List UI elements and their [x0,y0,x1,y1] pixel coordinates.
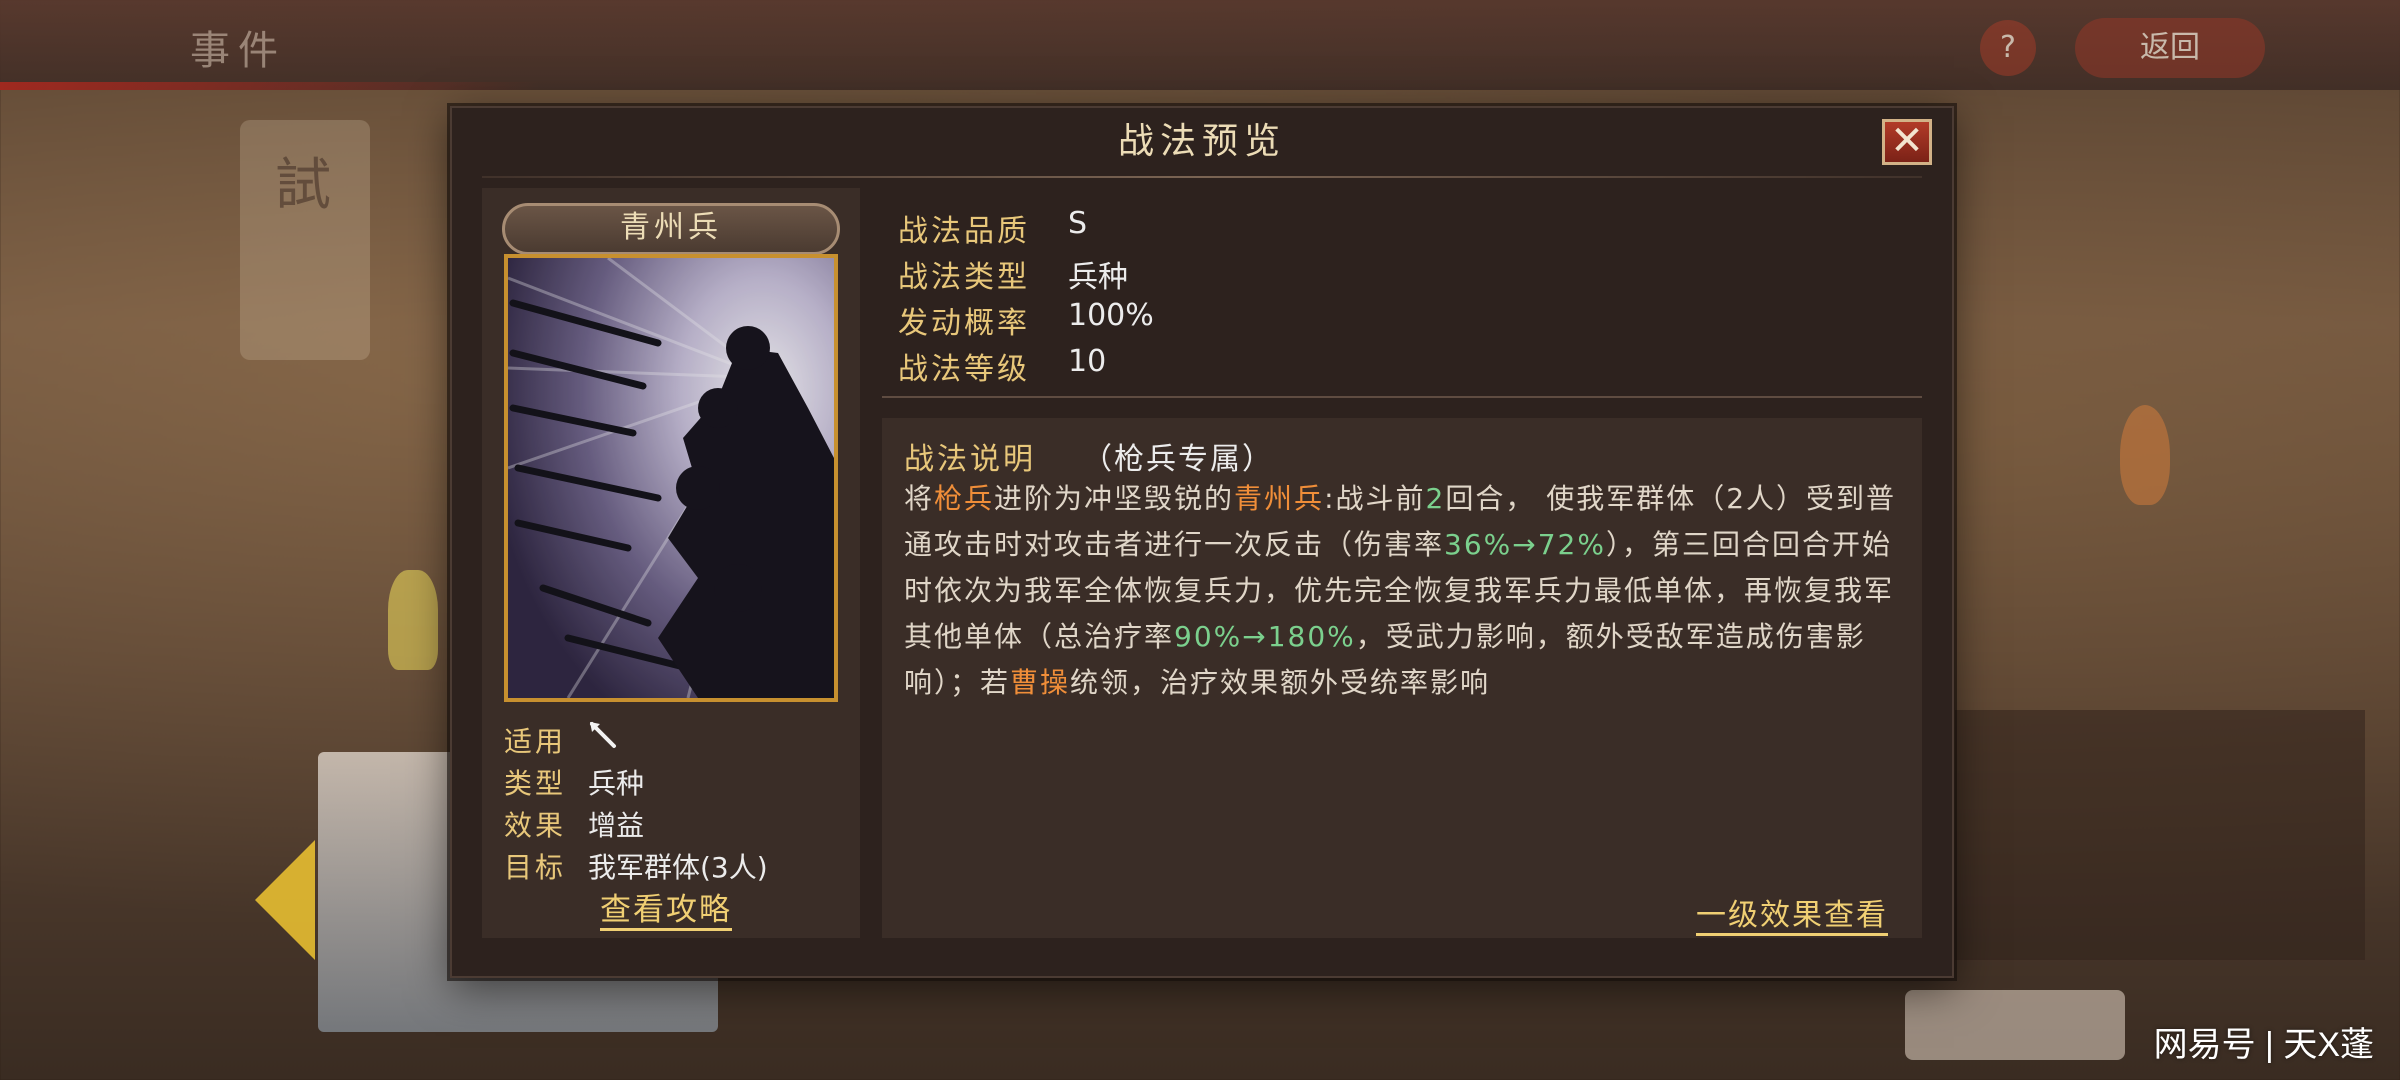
watermark: 网易号 | 天X蓬 [2153,1026,2374,1064]
left-banner-char: 試 [275,153,331,218]
top-bar [0,0,2400,90]
view-guide-link[interactable]: 查看攻略 [600,884,732,929]
heal-rate: 90%→180% [1174,620,1356,653]
applicable-label: 适用 [504,725,567,758]
background-button[interactable] [1905,990,2125,1060]
skill-preview-dialog: 战法预览 ✕ 青州兵 适用 类型 兵种 效果 增益 目标 我军群体(3人) 查看… [450,106,1954,978]
return-button[interactable]: 返回 [2075,18,2265,78]
effect-value: 增益 [588,809,645,842]
unit-highlight: 枪兵 [934,482,995,515]
desc-seg: :战斗前 [1324,482,1426,515]
skill-name-plate: 青州兵 [502,203,840,255]
kind-value: 兵种 [1068,260,1128,295]
background-side-panel [1955,710,2365,960]
level-value: 10 [1068,344,1107,379]
type-label: 类型 [504,767,567,800]
unit-highlight: 青州兵 [1234,482,1325,515]
commander-highlight: 曹操 [1010,666,1071,699]
description-panel: 战法说明 （枪兵专属） 将枪兵进阶为冲坚毁锐的青州兵:战斗前2回合， 使我军群体… [882,418,1922,938]
background-avatar [2120,405,2170,505]
level-effect-link[interactable]: 一级效果查看 [1696,890,1888,934]
spear-icon-graphic [590,722,616,748]
chance-label: 发动概率 [898,306,1030,341]
chance-value: 100% [1068,298,1154,333]
description-heading: 战法说明 [904,442,1036,477]
left-arrow-icon[interactable] [255,840,315,960]
help-button[interactable]: ? [1980,20,2036,76]
spear-charge-illustration [508,258,834,698]
spear-icon [586,718,620,759]
top-bar-accent [0,82,540,90]
description-note: （枪兵专属） [1082,442,1274,477]
damage-rate: 36%→72% [1444,528,1606,561]
target-label: 目标 [504,851,567,884]
target-value: 我军群体(3人) [588,851,768,884]
description-text: 将枪兵进阶为冲坚毁锐的青州兵:战斗前2回合， 使我军群体（2人）受到普通攻击时对… [904,476,1904,706]
effect-label: 效果 [504,809,567,842]
close-button[interactable]: ✕ [1882,119,1932,165]
desc-seg: 统领，治疗效果额外受统率影响 [1070,666,1491,699]
quality-value: S [1068,206,1088,241]
meta-divider [882,396,1922,398]
background-figure [388,570,438,670]
kind-label: 战法类型 [898,260,1030,295]
desc-seg: 进阶为冲坚毁锐的 [994,482,1235,515]
desc-seg: 将 [904,482,935,515]
skill-portrait [504,254,838,702]
round-count: 2 [1425,482,1446,515]
title-divider [482,176,1922,178]
type-value: 兵种 [588,767,645,800]
top-bar-title: 事件 [190,28,286,74]
dialog-title: 战法预览 [1117,121,1286,162]
level-label: 战法等级 [898,352,1030,387]
quality-label: 战法品质 [898,214,1030,249]
